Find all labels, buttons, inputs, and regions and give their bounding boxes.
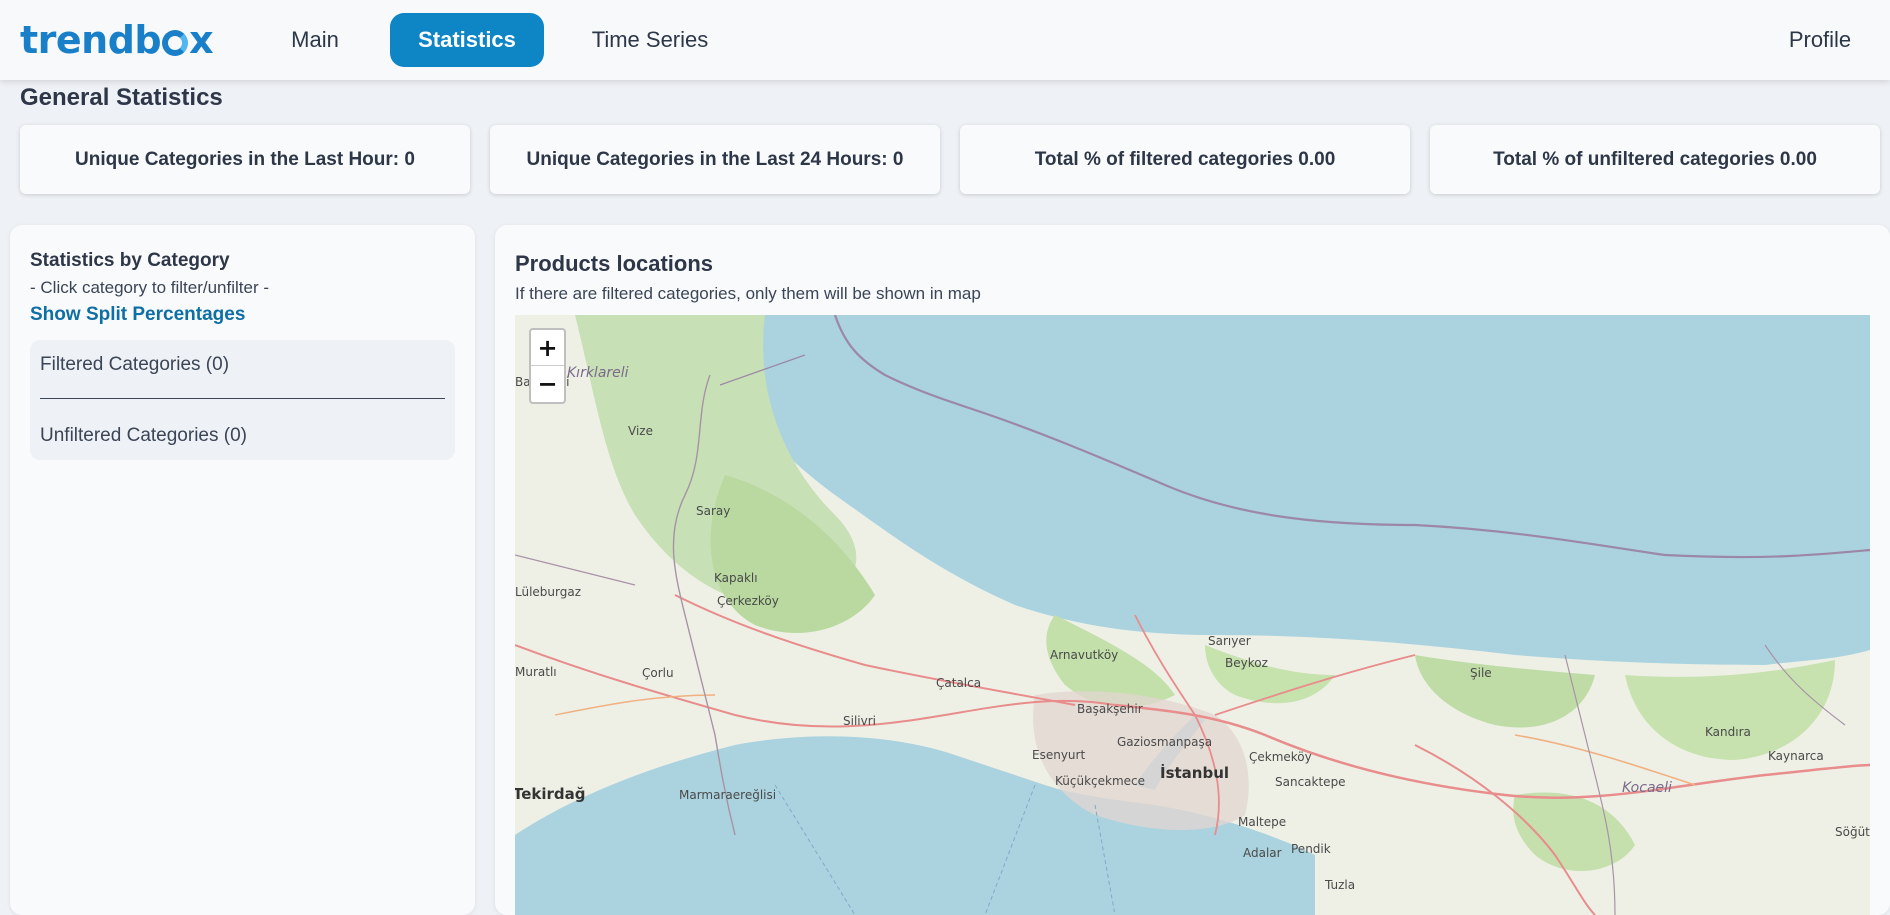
- map-label: Muratlı: [515, 665, 557, 679]
- map-label: Çatalca: [936, 676, 982, 690]
- nav-profile[interactable]: Profile: [1770, 13, 1870, 67]
- map-label: Çorlu: [642, 666, 674, 680]
- map-label: Kaynarca: [1768, 749, 1824, 763]
- map-label: Sancaktepe: [1275, 775, 1346, 789]
- map-label: Kandıra: [1705, 725, 1751, 739]
- map-label: Saray: [696, 504, 731, 518]
- category-divider: [40, 398, 445, 399]
- map-label: Kocaeli: [1622, 780, 1672, 796]
- map-label: Gaziosmanpaşa: [1117, 735, 1213, 749]
- show-split-percentages-link[interactable]: Show Split Percentages: [30, 304, 245, 326]
- map-label: Çekmeköy: [1249, 750, 1312, 764]
- map-tiles: [515, 315, 1870, 915]
- map-label: Vize: [628, 424, 653, 438]
- map-label: Şile: [1470, 666, 1492, 680]
- map-label: Söğütlü: [1835, 825, 1870, 839]
- stat-card-filtered-percent: Total % of filtered categories 0.00: [960, 125, 1410, 194]
- map-label: Sarıyer: [1208, 634, 1251, 648]
- map-zoom-control: + −: [529, 328, 566, 404]
- map-label: Arnavutköy: [1050, 648, 1119, 662]
- filtered-categories-toggle[interactable]: Filtered Categories (0): [40, 354, 229, 376]
- map-label: İstanbul: [1160, 764, 1230, 782]
- map-label: Esenyurt: [1032, 748, 1086, 762]
- category-list: Filtered Categories (0) Unfiltered Categ…: [30, 340, 455, 460]
- nav-time-series[interactable]: Time Series: [580, 13, 720, 67]
- nav-statistics[interactable]: Statistics: [390, 13, 544, 67]
- map-label: Adalar: [1243, 846, 1282, 860]
- map-label: Maltepe: [1238, 815, 1287, 829]
- logo-ring-icon: [162, 30, 189, 56]
- products-locations-panel: Products locations If there are filtered…: [495, 225, 1890, 915]
- zoom-in-button[interactable]: +: [531, 330, 564, 366]
- map-panel-subtitle: If there are filtered categories, only t…: [515, 284, 981, 303]
- map-label: Beykoz: [1225, 656, 1268, 670]
- map-panel-title: Products locations: [515, 251, 714, 276]
- map-label: Çerkezköy: [717, 594, 779, 608]
- category-panel-hint: - Click category to filter/unfilter -: [30, 278, 270, 297]
- map-label: Başakşehir: [1077, 702, 1143, 716]
- top-navbar: trendb x Main Statistics Time Series Prof…: [0, 0, 1890, 80]
- trendbox-logo[interactable]: trendb x: [20, 18, 214, 62]
- map-label: Tekirdağ: [515, 785, 586, 803]
- map-label: Silivri: [843, 714, 876, 728]
- map-label: Kapaklı: [714, 571, 758, 585]
- category-panel-title: Statistics by Category: [30, 250, 230, 271]
- products-map[interactable]: + − Kırklareli Vize Saray Kapaklı Çerkez…: [515, 315, 1870, 915]
- stat-card-last-24-hours: Unique Categories in the Last 24 Hours: …: [490, 125, 940, 194]
- map-label: Pendik: [1291, 842, 1331, 856]
- map-label: Marmaraereğlisi: [679, 788, 777, 802]
- stat-card-last-hour: Unique Categories in the Last Hour: 0: [20, 125, 470, 194]
- map-label: Küçükçekmece: [1055, 774, 1146, 788]
- zoom-out-button[interactable]: −: [531, 366, 564, 402]
- nav-main[interactable]: Main: [270, 13, 360, 67]
- general-statistics-title: General Statistics: [20, 84, 223, 111]
- map-label: Tuzla: [1325, 878, 1356, 892]
- category-statistics-panel: Statistics by Category - Click category …: [10, 225, 475, 915]
- stat-card-unfiltered-percent: Total % of unfiltered categories 0.00: [1430, 125, 1880, 194]
- map-label: Kırklareli: [567, 365, 629, 381]
- map-label: Lüleburgaz: [515, 585, 582, 599]
- unfiltered-categories-toggle[interactable]: Unfiltered Categories (0): [40, 425, 247, 447]
